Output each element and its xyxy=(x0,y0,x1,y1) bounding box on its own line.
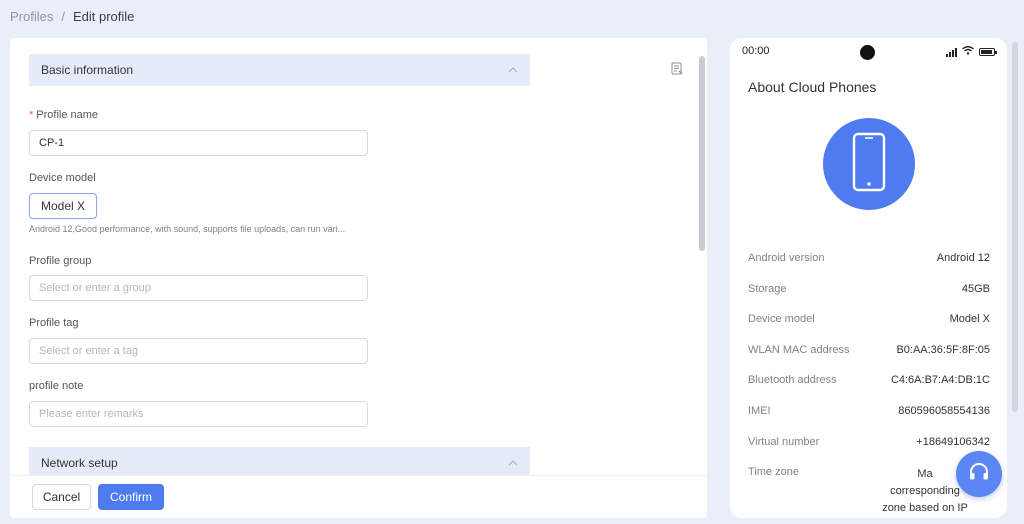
profile-tag-label: Profile tag xyxy=(29,317,79,329)
required-marker: * xyxy=(29,109,34,121)
breadcrumb-profiles-link[interactable]: Profiles xyxy=(10,9,53,24)
form-scroll-area[interactable]: Basic information * Profile name CP-1 Dev… xyxy=(10,38,697,475)
confirm-button[interactable]: Confirm xyxy=(98,484,164,510)
section-title-network: Network setup xyxy=(41,456,118,470)
headset-icon xyxy=(968,461,990,488)
battery-icon xyxy=(979,48,997,56)
profile-group-label: Profile group xyxy=(29,255,92,267)
phone-panel-scrollbar[interactable] xyxy=(1012,42,1018,412)
phone-icon xyxy=(852,132,886,197)
phone-status-bar: 00:00 xyxy=(742,45,997,60)
profile-group-select[interactable]: Select or enter a group xyxy=(29,275,368,301)
camera-notch xyxy=(860,45,875,60)
signal-icon xyxy=(946,47,957,57)
cloud-phone-preview: 00:00 About Cloud Phones Android version… xyxy=(730,38,1007,518)
section-title-basic: Basic information xyxy=(41,63,134,77)
section-header-basic-information[interactable]: Basic information xyxy=(29,54,530,86)
profile-name-label: * Profile name xyxy=(29,109,99,121)
form-footer: Cancel Confirm xyxy=(10,475,707,518)
chevron-up-icon[interactable] xyxy=(508,65,518,76)
device-model-label: Device model xyxy=(29,172,96,184)
cancel-button[interactable]: Cancel xyxy=(32,484,91,510)
breadcrumb: Profiles / Edit profile xyxy=(10,9,134,24)
device-model-description: Android 12,Good performance, with sound,… xyxy=(29,224,346,234)
section-header-network-setup[interactable]: Network setup xyxy=(29,447,530,475)
profile-name-input[interactable]: CP-1 xyxy=(29,130,368,156)
customer-support-button[interactable] xyxy=(956,451,1002,497)
profile-note-label: profile note xyxy=(29,380,84,392)
doc-edit-icon[interactable] xyxy=(671,62,683,76)
profile-tag-select[interactable]: Select or enter a tag xyxy=(29,338,368,364)
device-model-button[interactable]: Model X xyxy=(29,193,97,219)
status-icons xyxy=(946,46,997,58)
breadcrumb-separator: / xyxy=(61,9,65,24)
chevron-up-icon[interactable] xyxy=(508,458,518,469)
edit-profile-form-card: Basic information * Profile name CP-1 Dev… xyxy=(10,38,707,518)
breadcrumb-current: Edit profile xyxy=(72,9,135,24)
about-cloud-phones-title: About Cloud Phones xyxy=(748,79,877,95)
wifi-icon xyxy=(962,46,974,58)
phone-avatar xyxy=(823,118,915,210)
form-scrollbar-thumb[interactable] xyxy=(699,56,705,251)
profile-note-input[interactable]: Please enter remarks xyxy=(29,401,368,427)
status-time: 00:00 xyxy=(742,45,770,57)
